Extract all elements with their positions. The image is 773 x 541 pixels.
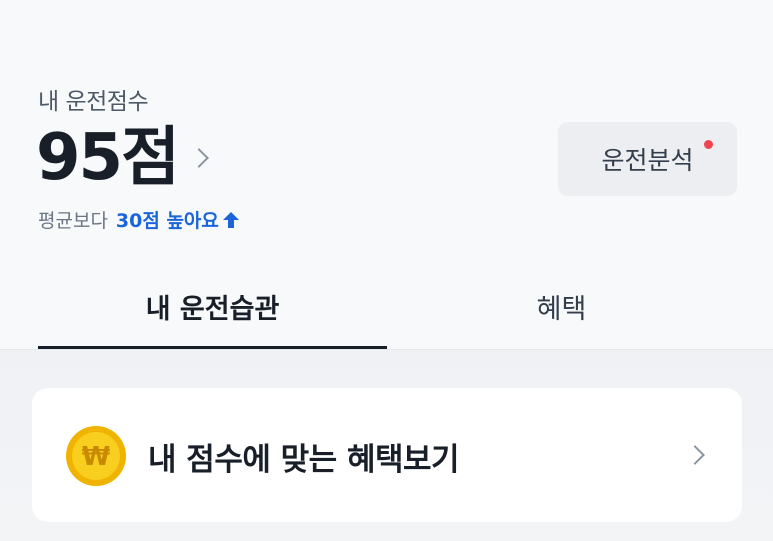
driving-analysis-label: 운전분석 (601, 146, 694, 175)
score-header: 내 운전점수 95점 평균보다 30점 높아요 운전분석 내 운전습관 혜택 (0, 0, 773, 350)
score-comparison: 평균보다 30점 높아요 (38, 206, 240, 233)
comparison-highlight: 30점 높아요 (115, 210, 219, 232)
score-link[interactable]: 95점 (36, 118, 209, 198)
arrow-up-icon (222, 211, 239, 228)
score-label: 내 운전점수 (38, 89, 149, 115)
tab-driving-habits[interactable]: 내 운전습관 (38, 262, 387, 350)
chevron-right-icon (685, 445, 705, 465)
benefit-card-title: 내 점수에 맞는 혜택보기 (148, 442, 460, 478)
tab-bar: 내 운전습관 혜택 (0, 262, 773, 350)
driving-analysis-button[interactable]: 운전분석 (558, 122, 737, 196)
svg-text:₩: ₩ (82, 442, 111, 472)
comparison-prefix: 평균보다 (38, 210, 108, 232)
won-coin-icon: ₩ (66, 426, 126, 486)
score-value: 95점 (36, 121, 180, 195)
benefit-card[interactable]: ₩ 내 점수에 맞는 혜택보기 (32, 388, 742, 522)
notification-dot (704, 140, 713, 149)
tab-benefits[interactable]: 혜택 (387, 262, 736, 350)
chevron-right-icon (189, 148, 209, 168)
